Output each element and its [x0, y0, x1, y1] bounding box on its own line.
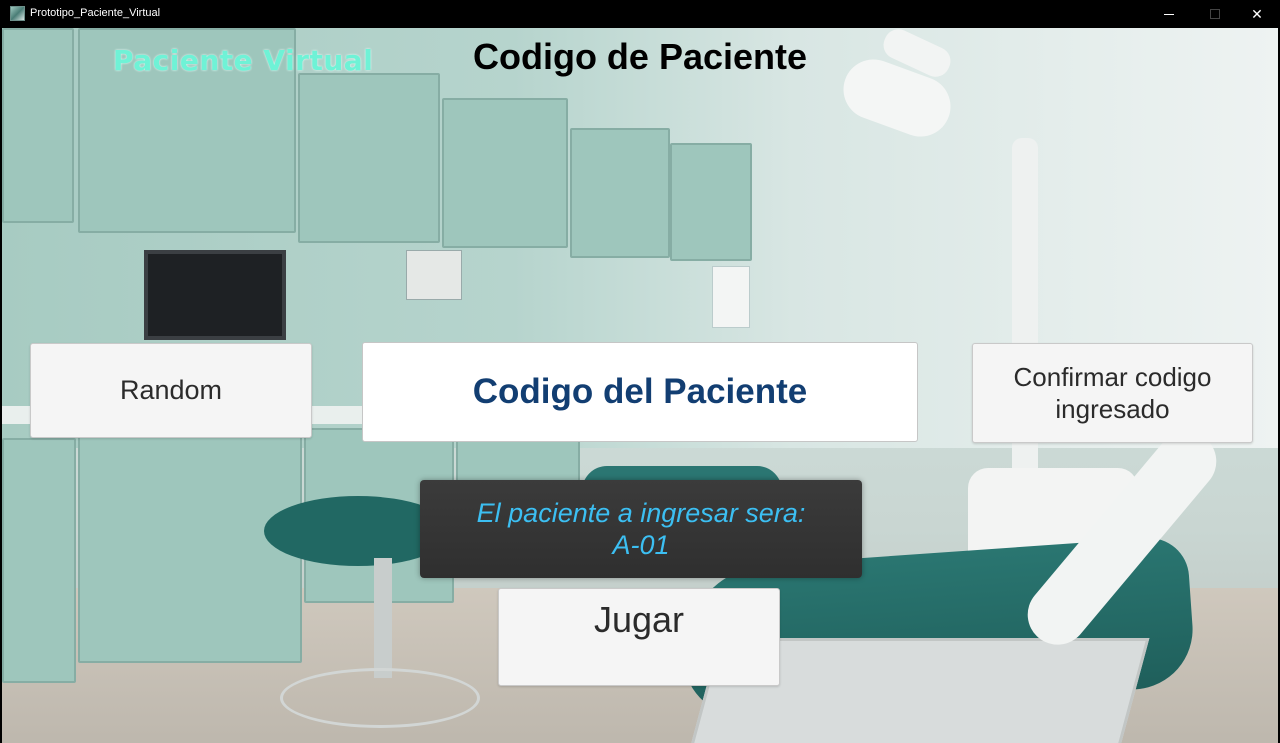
- upper-cabinet: [442, 98, 568, 248]
- play-button-label: Jugar: [593, 599, 685, 640]
- confirm-code-label: Confirmar codigo ingresado: [1013, 362, 1212, 424]
- stool-base: [280, 668, 480, 728]
- app-icon: [10, 6, 25, 21]
- stool-stem: [374, 558, 392, 678]
- patient-code-value: A-01: [612, 530, 670, 560]
- minimize-button[interactable]: [1146, 0, 1192, 28]
- window-title: Prototipo_Paciente_Virtual: [30, 7, 161, 19]
- maximize-icon: [1210, 9, 1220, 19]
- wall-phone: [406, 250, 462, 300]
- lower-cabinet: [2, 438, 76, 683]
- confirm-code-button[interactable]: Confirmar codigo ingresado: [972, 343, 1253, 443]
- wall-monitor: [144, 250, 286, 340]
- page-title: Codigo de Paciente: [472, 36, 808, 77]
- soap-dispenser: [712, 266, 750, 328]
- patient-code-text: Codigo del Paciente: [472, 372, 808, 411]
- maximize-button[interactable]: [1192, 0, 1238, 28]
- random-button[interactable]: Random: [30, 343, 312, 438]
- close-icon: ✕: [1251, 5, 1263, 22]
- patient-info-panel: El paciente a ingresar sera: A-01: [420, 480, 862, 578]
- lower-cabinet: [78, 428, 302, 663]
- patient-code-field[interactable]: Codigo del Paciente: [362, 342, 918, 442]
- random-button-label: Random: [119, 375, 223, 405]
- minimize-icon: [1164, 13, 1174, 15]
- equipment-pole: [1012, 138, 1038, 518]
- close-button[interactable]: ✕: [1234, 0, 1280, 28]
- play-button[interactable]: Jugar: [498, 588, 780, 686]
- upper-cabinet: [570, 128, 670, 258]
- brand-logo-text: Paciente Virtual: [113, 44, 374, 77]
- upper-cabinet: [670, 143, 752, 261]
- patient-info-caption: El paciente a ingresar sera:: [476, 498, 806, 528]
- window-titlebar: Prototipo_Paciente_Virtual ✕: [0, 0, 1280, 28]
- upper-cabinet: [298, 73, 440, 243]
- upper-cabinet: [2, 28, 74, 223]
